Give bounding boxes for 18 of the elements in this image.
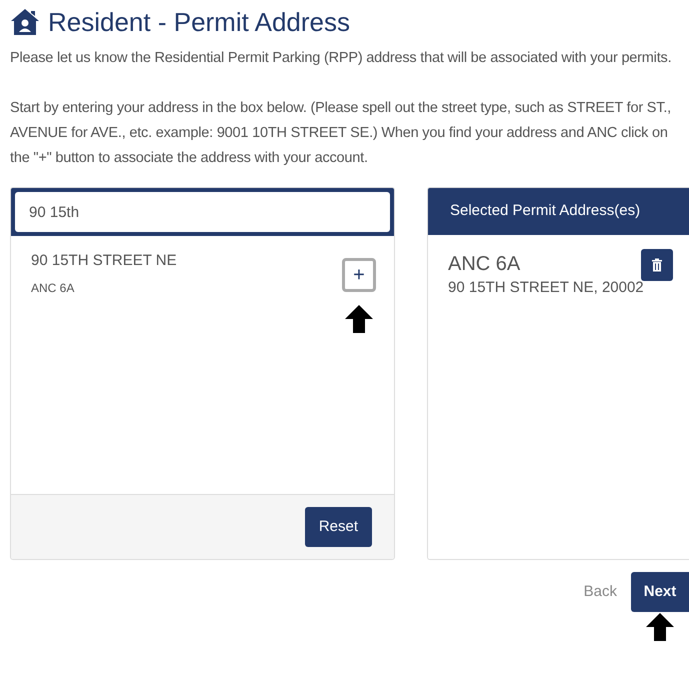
address-search-field[interactable]: 90 15th: [15, 192, 390, 232]
delete-button[interactable]: [641, 249, 673, 281]
trash-icon: [651, 258, 663, 272]
add-address-button[interactable]: +: [342, 258, 376, 292]
next-button[interactable]: Next: [631, 572, 689, 612]
arrow-icon: [344, 304, 374, 334]
instruction-paragraph: Please let us know the Residential Permit Parking (RPP) address that will be associated with your permits.: [10, 49, 672, 68]
back-button[interactable]: Back: [584, 572, 617, 612]
result-address: 90 15TH STREET NE: [31, 251, 177, 271]
selected-address: 90 15TH STREET NE, 20002: [448, 278, 645, 298]
panel-title: Selected Permit Address(es): [450, 201, 640, 222]
reset-button[interactable]: Reset: [304, 507, 372, 547]
selected-anc: ANC 6A: [448, 252, 520, 277]
house-icon: [10, 8, 40, 36]
page-title: Resident - Permit Address: [48, 9, 350, 35]
instruction-paragraph: Start by entering your address in the box below. (Please spell out the street type, such as STREET for ST., AVENUE for AVE., etc. example: 9001 10TH STREET SE.) When you find your address and ANC click on the "+" button to associate the address with your account.: [10, 99, 672, 168]
result-anc: ANC 6A: [31, 280, 76, 296]
arrow-icon: [645, 612, 675, 642]
